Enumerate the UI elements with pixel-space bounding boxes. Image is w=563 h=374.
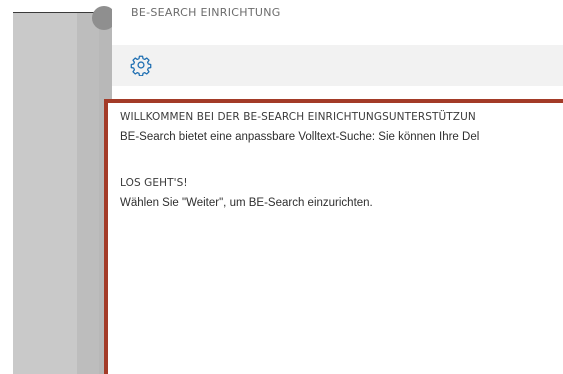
panel-title: BE-SEARCH EINRICHTUNG: [131, 6, 281, 18]
backdrop-panel: [77, 13, 99, 374]
backdrop-panel: [13, 13, 77, 374]
welcome-heading: WILLKOMMEN BEI DER BE-SEARCH EINRICHTUNG…: [120, 111, 476, 123]
welcome-content: WILLKOMMEN BEI DER BE-SEARCH EINRICHTUNG…: [104, 99, 563, 374]
gear-icon[interactable]: [130, 54, 152, 77]
start-instruction: Wählen Sie "Weiter", um BE-Search einzur…: [120, 197, 373, 209]
welcome-description: BE-Search bietet eine anpassbare Volltex…: [120, 131, 480, 143]
start-heading: LOS GEHT'S!: [120, 177, 188, 189]
panel-toolbar: [112, 45, 563, 86]
